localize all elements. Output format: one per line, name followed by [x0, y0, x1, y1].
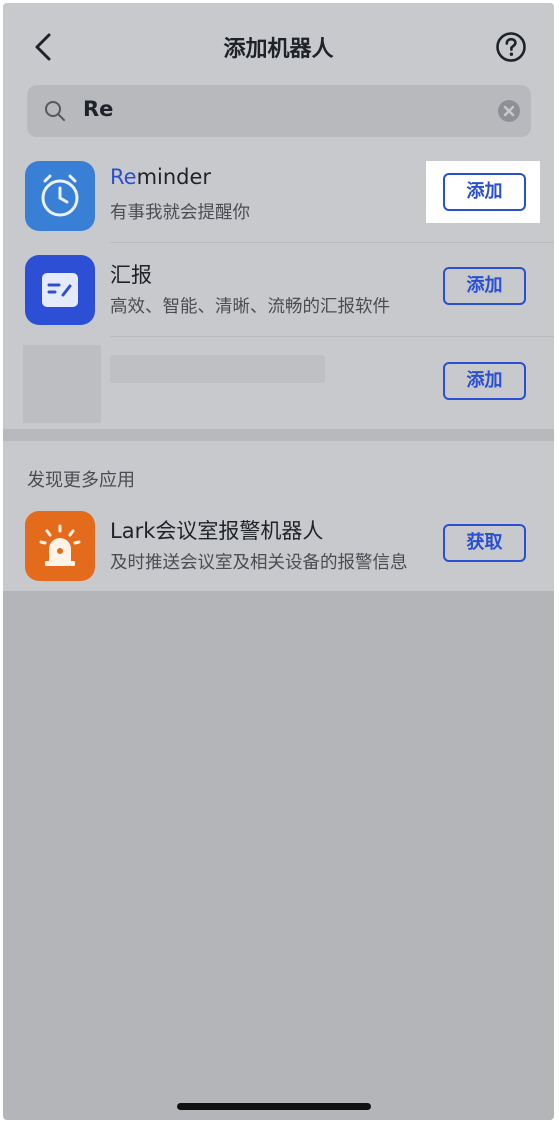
app-name-rest: minder	[136, 165, 212, 189]
clear-circle-icon[interactable]	[497, 99, 521, 123]
app-description: 及时推送会议室及相关设备的报警信息	[110, 553, 408, 573]
app-name: Reminder	[110, 165, 211, 189]
report-icon	[25, 255, 95, 325]
app-description: 有事我就会提醒你	[110, 203, 250, 223]
search-bar[interactable]: Re	[27, 85, 531, 137]
add-button[interactable]: 添加	[443, 362, 526, 400]
page-title: 添加机器人	[223, 37, 334, 62]
app-name: 汇报	[110, 263, 152, 287]
get-button[interactable]: 获取	[443, 524, 526, 562]
app-name-highlight: Re	[110, 165, 137, 189]
alarm-clock-icon	[25, 161, 95, 231]
section-gap	[3, 429, 554, 441]
home-indicator[interactable]	[177, 1103, 371, 1110]
search-input[interactable]: Re	[83, 97, 113, 121]
question-circle-icon[interactable]	[495, 31, 527, 63]
app-icon-placeholder	[23, 345, 101, 423]
section-title: 发现更多应用	[27, 470, 135, 491]
app-name-placeholder	[110, 355, 325, 383]
add-button[interactable]: 添加	[443, 173, 526, 211]
search-icon	[45, 101, 65, 121]
add-button[interactable]: 添加	[443, 267, 526, 305]
app-name: Lark会议室报警机器人	[110, 519, 324, 543]
app-description: 高效、智能、清晰、流畅的汇报软件	[110, 297, 390, 317]
alarm-light-icon	[25, 511, 95, 581]
nav-bar: 添加机器人	[3, 3, 554, 85]
